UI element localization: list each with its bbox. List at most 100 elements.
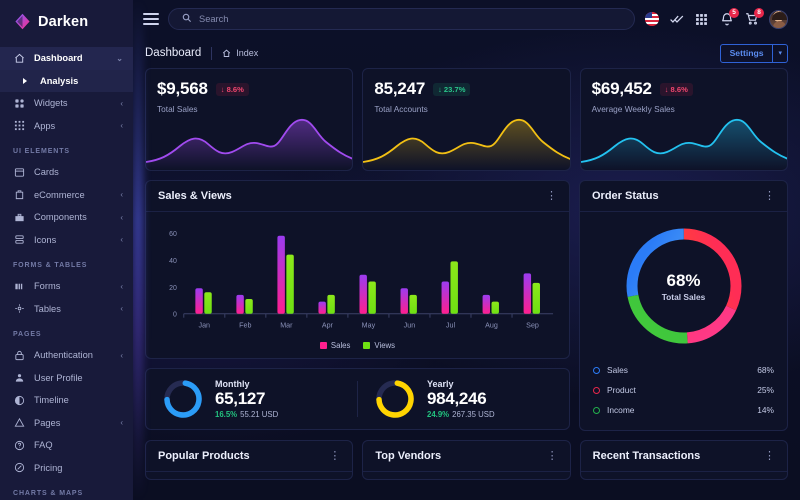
status-badge: ↓ 23.7% <box>433 83 470 96</box>
sidebar-item-faq[interactable]: FAQ <box>0 434 133 457</box>
sidebar-item-forms[interactable]: Forms ‹ <box>0 275 133 298</box>
list-item[interactable]: Income 14% <box>593 400 774 420</box>
bar-jan-sales[interactable] <box>195 288 202 314</box>
sidebar-item-tables[interactable]: Tables ‹ <box>0 298 133 321</box>
arrow-down-icon: ↓ <box>665 85 669 94</box>
breadcrumb-current[interactable]: Index <box>222 48 258 58</box>
bar-sep-sales[interactable] <box>524 273 531 313</box>
content: $9,568 ↓ 8.6% Total Sales <box>133 68 800 480</box>
svg-text:Mar: Mar <box>280 322 293 330</box>
sidebar-item-label: Timeline <box>34 395 123 405</box>
sidebar-item-label: Pricing <box>34 463 123 473</box>
sidebar-item-authentication[interactable]: Authentication ‹ <box>0 344 133 367</box>
legend-item-views[interactable]: Views <box>363 341 395 350</box>
bell-badge: 5 <box>729 8 739 18</box>
breadcrumb-divider <box>211 47 212 60</box>
bar-may-sales[interactable] <box>359 275 366 314</box>
kebab-menu-icon[interactable]: ⋮ <box>764 193 775 199</box>
sidebar-item-timeline[interactable]: Timeline <box>0 389 133 412</box>
cart-icon[interactable]: 8 <box>744 12 759 27</box>
bell-icon[interactable]: 5 <box>719 12 734 27</box>
sidebar-item-apps[interactable]: Apps ‹ <box>0 115 133 138</box>
svg-text:Feb: Feb <box>239 322 251 330</box>
mini-stat-amount: 55.21 USD <box>240 410 278 419</box>
mini-stat-pct: 24.9% <box>427 410 449 419</box>
sales-views-panel: Sales & Views ⋮ 0204060JanFebMarAprMayJu… <box>145 180 570 431</box>
kebab-menu-icon[interactable]: ⋮ <box>329 453 340 459</box>
kebab-menu-icon[interactable]: ⋮ <box>547 453 558 459</box>
sidebar-item-dashboard[interactable]: Dashboard ⌄ <box>0 47 133 70</box>
grid-apps-icon[interactable] <box>694 12 709 27</box>
chevron-left-icon: ‹ <box>120 351 123 360</box>
bar-apr-sales[interactable] <box>318 302 325 314</box>
sidebar-item-ecommerce[interactable]: eCommerce ‹ <box>0 184 133 207</box>
kebab-menu-icon[interactable]: ⋮ <box>546 193 557 199</box>
chevron-left-icon: ‹ <box>120 190 123 199</box>
mini-stat-label: Yearly <box>427 379 495 389</box>
card-header: Recent Transactions ⋮ <box>581 441 787 472</box>
sidebar-item-pricing[interactable]: Pricing <box>0 457 133 480</box>
sidebar: Darken Dashboard ⌄ Analysis <box>0 0 133 500</box>
stat-top: $69,452 ↓ 8.6% <box>592 79 776 99</box>
bar-apr-views[interactable] <box>327 295 334 314</box>
sidebar-item-components[interactable]: Components ‹ <box>0 206 133 229</box>
sidebar-item-pages[interactable]: Pages ‹ <box>0 412 133 435</box>
double-check-icon[interactable] <box>669 12 684 27</box>
kebab-menu-icon[interactable]: ⋮ <box>764 453 775 459</box>
legend-item-sales[interactable]: Sales <box>320 341 351 350</box>
bar-aug-sales[interactable] <box>483 295 490 314</box>
sidebar-item-label: Analysis <box>40 76 123 86</box>
flag-us-icon[interactable] <box>644 12 659 27</box>
legend-dot-icon <box>593 387 600 394</box>
card-title: Top Vendors <box>375 450 441 462</box>
bar-feb-sales[interactable] <box>236 295 243 314</box>
brand[interactable]: Darken <box>0 0 133 43</box>
svg-text:Jan: Jan <box>199 322 211 330</box>
list-item[interactable]: Product 25% <box>593 380 774 400</box>
sidebar-item-analysis[interactable]: Analysis <box>0 70 133 93</box>
bar-aug-views[interactable] <box>492 302 499 314</box>
mini-stats-card: Monthly 65,127 16.5%55.21 USD <box>145 368 570 430</box>
settings-dropdown-button[interactable]: ▾ <box>773 44 788 63</box>
sidebar-item-widgets[interactable]: Widgets ‹ <box>0 92 133 115</box>
bar-mar-sales[interactable] <box>277 236 284 314</box>
brand-name: Darken <box>38 14 88 30</box>
popular-products-card: Popular Products ⋮ <box>145 440 353 480</box>
sidebar-item-icons[interactable]: Icons ‹ <box>0 229 133 252</box>
avatar[interactable] <box>769 10 788 29</box>
search-box[interactable] <box>168 8 635 30</box>
sidebar-item-label: Tables <box>34 304 111 314</box>
bar-jul-views[interactable] <box>450 261 457 313</box>
topbar: 5 8 <box>133 0 800 38</box>
settings-button-group: Settings ▾ <box>720 44 788 63</box>
search-input[interactable] <box>199 14 622 24</box>
card-title: Popular Products <box>158 450 250 462</box>
card-title: Order Status <box>592 190 659 202</box>
bar-jun-sales[interactable] <box>401 288 408 314</box>
bar-may-views[interactable] <box>368 281 375 313</box>
sidebar-item-user-profile[interactable]: User Profile <box>0 367 133 390</box>
settings-button[interactable]: Settings <box>720 44 774 63</box>
bar-feb-views[interactable] <box>245 299 252 314</box>
sidebar-item-label: Icons <box>34 235 111 245</box>
bar-jun-views[interactable] <box>409 295 416 314</box>
form-icon <box>13 280 25 292</box>
timeline-icon <box>13 394 25 406</box>
user-icon <box>13 372 25 384</box>
topbar-icons: 5 8 <box>644 10 788 29</box>
bar-jul-sales[interactable] <box>442 281 449 313</box>
chevron-left-icon: ‹ <box>120 282 123 291</box>
bar-jan-views[interactable] <box>204 292 211 314</box>
chevron-left-icon: ‹ <box>120 235 123 244</box>
hamburger-icon[interactable] <box>143 13 159 25</box>
mini-stat-text: Monthly 65,127 16.5%55.21 USD <box>215 379 278 419</box>
sidebar-item-cards[interactable]: Cards <box>0 161 133 184</box>
diamond-logo-icon <box>14 13 31 30</box>
bar-mar-views[interactable] <box>286 255 293 314</box>
svg-text:20: 20 <box>169 285 177 292</box>
bar-sep-views[interactable] <box>533 283 540 314</box>
mini-stat-amount: 267.35 USD <box>452 410 494 419</box>
list-item[interactable]: Sales 68% <box>593 360 774 380</box>
recent-transactions-card: Recent Transactions ⋮ <box>580 440 788 480</box>
bar-chart-body: 0204060JanFebMarAprMayJunJulAugSep Sales… <box>146 212 569 358</box>
